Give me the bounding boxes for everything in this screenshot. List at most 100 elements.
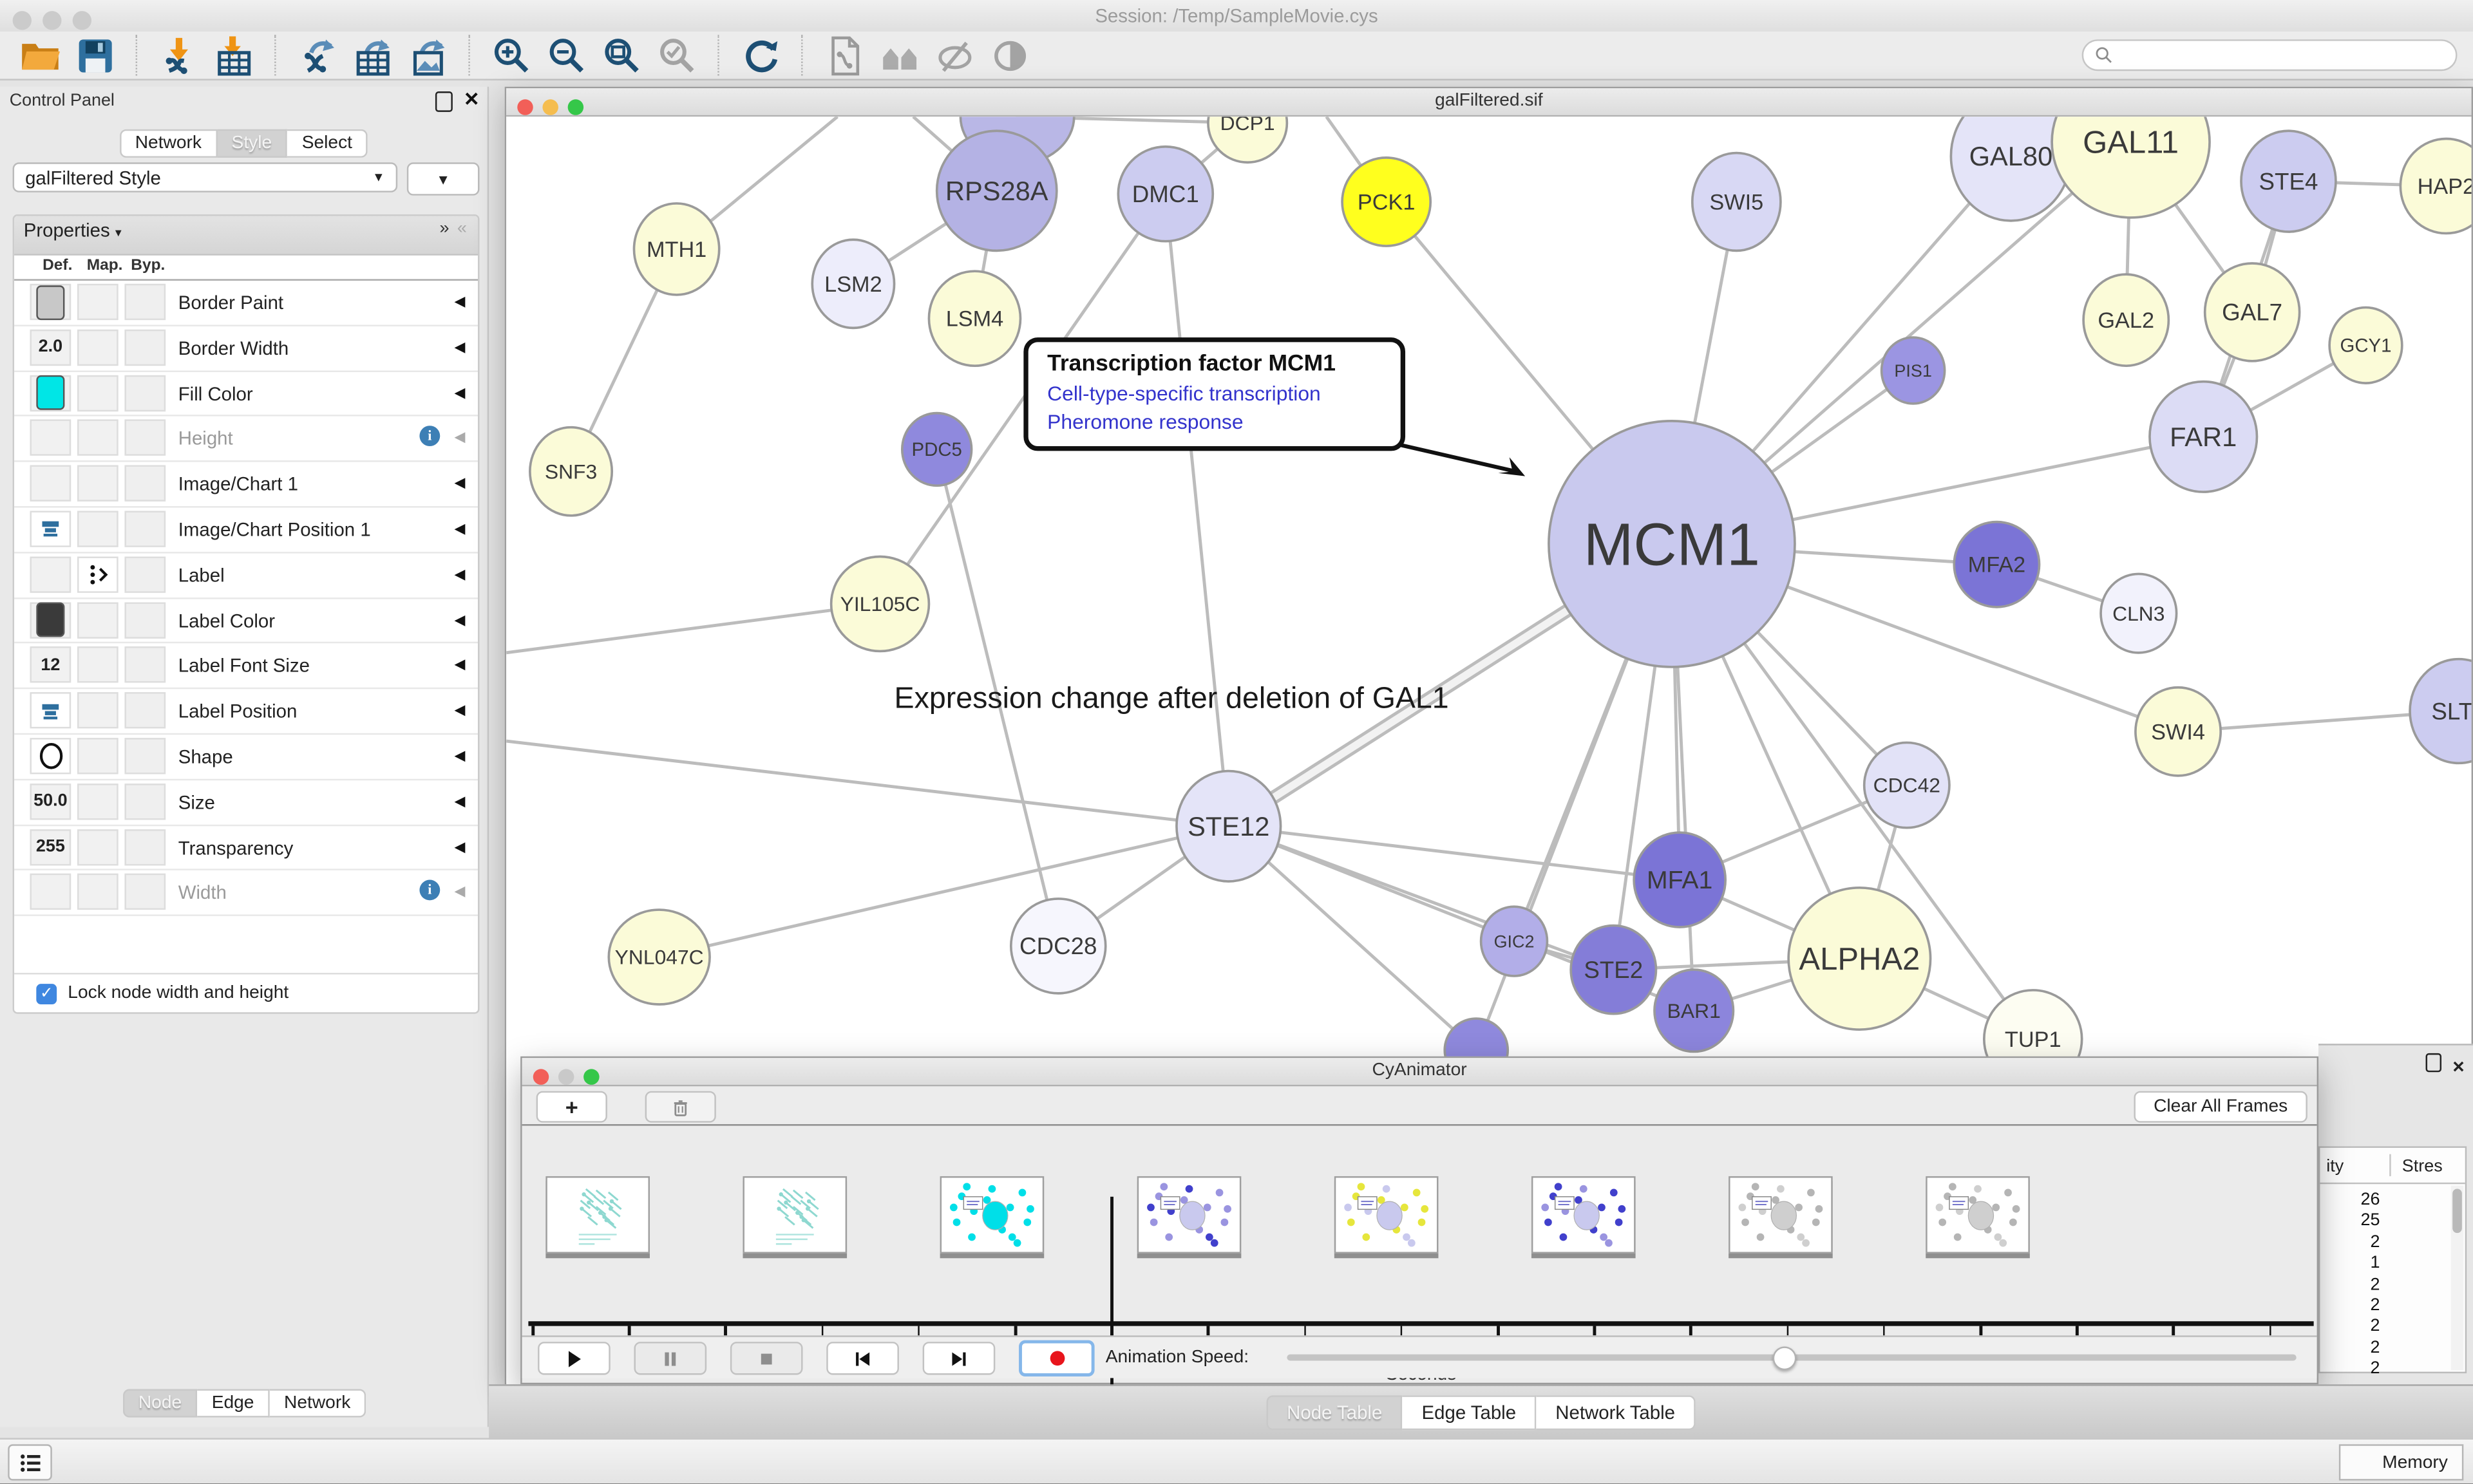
expand-row-icon[interactable]: ◀ [454, 566, 465, 583]
node-MTH1[interactable]: MTH1 [634, 203, 719, 295]
play-button[interactable] [538, 1342, 611, 1375]
show-all-icon[interactable] [989, 34, 1032, 77]
node-FAR1[interactable]: FAR1 [2150, 382, 2257, 492]
close-panel-icon[interactable]: ✕ [2452, 1060, 2465, 1077]
bypass-cell[interactable] [124, 784, 166, 820]
expand-row-icon[interactable]: ◀ [454, 475, 465, 493]
property-row[interactable]: Border Paint◀ [14, 281, 478, 326]
export-image-icon[interactable] [407, 34, 450, 77]
node-SNF3[interactable]: SNF3 [530, 427, 612, 516]
skip-start-button[interactable] [826, 1342, 899, 1375]
property-row[interactable]: 255Transparency◀ [14, 825, 478, 871]
mapping-cell[interactable] [77, 465, 118, 502]
expand-row-icon[interactable]: ◀ [454, 657, 465, 674]
node-CDC42[interactable]: CDC42 [1864, 742, 1949, 827]
node-LSM2[interactable]: LSM2 [812, 240, 894, 328]
zoom-in-icon[interactable] [491, 34, 533, 77]
node-DCP1[interactable]: DCP1 [1208, 117, 1287, 162]
mapping-cell[interactable] [77, 829, 118, 865]
float-panel-icon[interactable] [435, 91, 453, 112]
open-session-icon[interactable] [19, 34, 61, 77]
annotation-link[interactable]: Cell-type-specific transcription [1047, 382, 1385, 406]
bypass-cell[interactable] [124, 284, 166, 320]
bypass-cell[interactable] [124, 693, 166, 729]
expand-all-icon[interactable]: » [440, 219, 451, 238]
import-network-icon[interactable] [158, 34, 200, 77]
delete-frame-button[interactable] [645, 1091, 716, 1123]
property-row[interactable]: Label Position◀ [14, 690, 478, 735]
bypass-cell[interactable] [124, 738, 166, 774]
default-value-cell[interactable] [30, 420, 71, 456]
default-value-cell[interactable]: 12 [30, 647, 71, 683]
mapping-cell[interactable] [77, 784, 118, 820]
node-CLN3[interactable]: CLN3 [2101, 574, 2177, 652]
table-column-header[interactable]: Stres [2402, 1158, 2443, 1176]
default-value-cell[interactable] [30, 601, 71, 637]
expand-row-icon[interactable]: ◀ [454, 611, 465, 628]
default-value-cell[interactable]: 2.0 [30, 329, 71, 365]
cyanimator-timeline[interactable]: Seconds 0123456789 [522, 1126, 2317, 1336]
export-table-icon[interactable] [352, 34, 394, 77]
frame-thumbnail-7[interactable] [1926, 1176, 2030, 1254]
mapping-cell[interactable] [77, 647, 118, 683]
node-ALPHA2[interactable]: ALPHA2 [1788, 888, 1930, 1029]
mapping-cell[interactable] [77, 601, 118, 637]
node-STE4[interactable]: STE4 [2241, 131, 2336, 232]
property-row[interactable]: Image/Chart Position 1◀ [14, 508, 478, 554]
bypass-cell[interactable] [124, 375, 166, 411]
node-STE2[interactable]: STE2 [1571, 926, 1656, 1014]
tab-style[interactable]: Style [218, 129, 288, 158]
bypass-cell[interactable] [124, 420, 166, 456]
node-HAP2[interactable]: HAP2 [2400, 139, 2471, 234]
expand-row-icon[interactable]: ◀ [454, 294, 465, 311]
mapping-cell[interactable] [77, 284, 118, 320]
annotation-box[interactable]: Transcription factor MCM1 Cell-type-spec… [1023, 337, 1405, 451]
node-STE12[interactable]: STE12 [1177, 771, 1281, 881]
node-YIL105C[interactable]: YIL105C [831, 556, 929, 651]
record-button[interactable] [1019, 1340, 1095, 1376]
mapping-cell[interactable] [77, 375, 118, 411]
property-row[interactable]: Widthi◀ [14, 871, 478, 917]
table-column-header[interactable]: ity [2326, 1158, 2344, 1176]
node-MFA1[interactable]: MFA1 [1634, 832, 1725, 927]
default-value-cell[interactable] [30, 284, 71, 320]
expand-row-icon[interactable]: ◀ [454, 429, 465, 447]
cyanimator-titlebar[interactable]: CyAnimator [522, 1058, 2317, 1086]
property-row[interactable]: Heighti◀ [14, 417, 478, 462]
close-panel-icon[interactable]: ✕ [464, 88, 480, 110]
bypass-cell[interactable] [124, 647, 166, 683]
bypass-cell[interactable] [124, 874, 166, 910]
lock-size-checkbox[interactable]: ✓ [36, 983, 57, 1004]
node-GAL11[interactable]: GAL11 [2052, 117, 2210, 218]
node-PIS1[interactable]: PIS1 [1882, 337, 1945, 404]
node-SLT2[interactable]: SLT2 [2410, 659, 2472, 764]
default-value-cell[interactable] [30, 738, 71, 774]
bypass-cell[interactable] [124, 829, 166, 865]
frame-thumbnail-4[interactable] [1334, 1176, 1439, 1254]
default-value-cell[interactable] [30, 693, 71, 729]
node-YNL047C[interactable]: YNL047C [609, 910, 710, 1004]
info-icon[interactable]: i [419, 426, 440, 447]
expand-row-icon[interactable]: ◀ [454, 520, 465, 538]
bypass-cell[interactable] [124, 511, 166, 547]
default-value-cell[interactable]: 255 [30, 829, 71, 865]
node-MFA2[interactable]: MFA2 [1954, 522, 2039, 607]
bypass-cell[interactable] [124, 465, 166, 502]
expand-row-icon[interactable]: ◀ [454, 747, 465, 765]
expand-row-icon[interactable]: ◀ [454, 339, 465, 356]
group-nodes-icon[interactable] [878, 34, 921, 77]
node-LSM4[interactable]: LSM4 [929, 271, 1020, 366]
frame-thumbnail-5[interactable] [1531, 1176, 1636, 1254]
expand-row-icon[interactable]: ◀ [454, 838, 465, 856]
export-network-icon[interactable] [296, 34, 339, 77]
slider-thumb[interactable] [1773, 1346, 1797, 1370]
skip-end-button[interactable] [923, 1342, 996, 1375]
zoom-fit-icon[interactable] [601, 34, 643, 77]
annotation-link[interactable]: Pheromone response [1047, 410, 1385, 434]
mapping-cell[interactable] [77, 693, 118, 729]
tab-network[interactable]: Network [119, 129, 217, 158]
frame-thumbnail-3[interactable] [1137, 1176, 1242, 1254]
node-MCM1[interactable]: MCM1 [1549, 421, 1795, 667]
default-value-cell[interactable] [30, 874, 71, 910]
mapping-cell[interactable] [77, 329, 118, 365]
